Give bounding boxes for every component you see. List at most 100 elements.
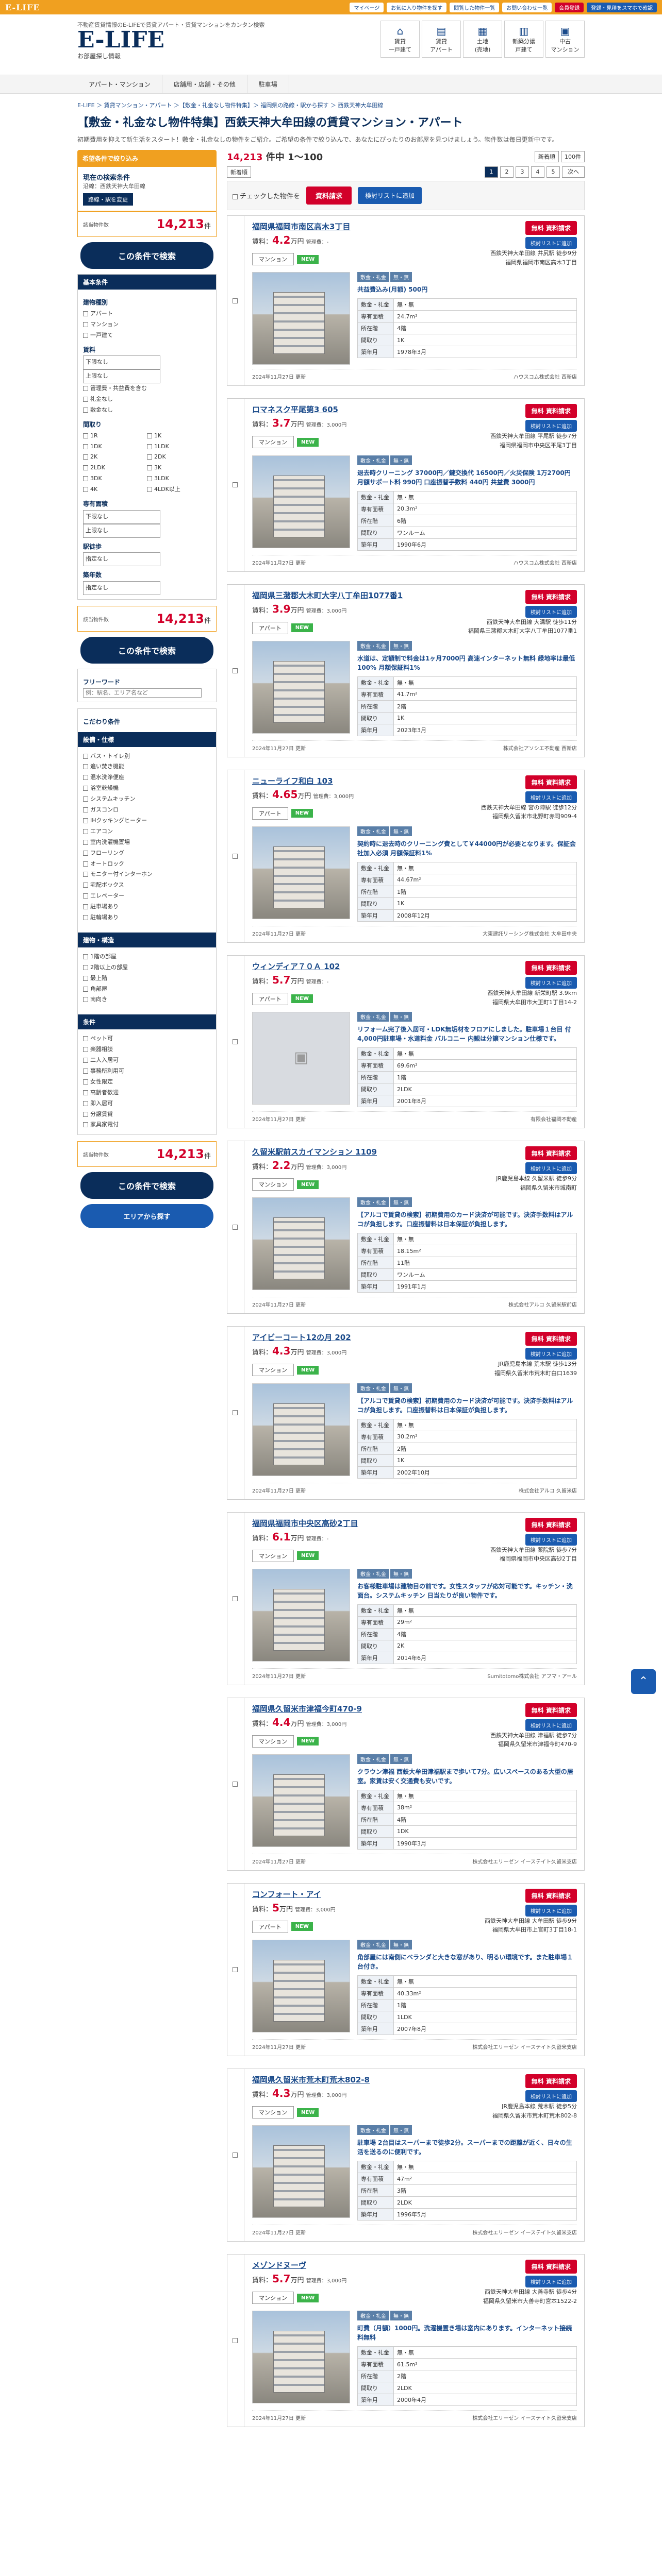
checkbox[interactable] <box>83 872 88 877</box>
kind-option[interactable]: 一戸建て <box>83 330 211 341</box>
condition-option[interactable]: 楽器相談 <box>83 1044 211 1055</box>
search-button[interactable]: この条件で検索 <box>80 242 213 269</box>
madori-option[interactable]: 2DK <box>147 452 211 463</box>
madori-option[interactable]: 1K <box>147 431 211 442</box>
madori-option[interactable]: 1LDK <box>147 442 211 452</box>
sort-select[interactable]: 新着順 <box>534 151 559 163</box>
building-option[interactable]: 2階以上の部屋 <box>83 962 211 973</box>
checkbox[interactable] <box>147 487 152 493</box>
age-select[interactable]: 指定なし <box>83 581 160 595</box>
checkbox[interactable] <box>83 454 88 460</box>
facility-option[interactable]: システムキッチン <box>83 794 211 805</box>
madori-option[interactable]: 1DK <box>83 442 147 452</box>
facility-option[interactable]: エレベーター <box>83 891 211 902</box>
building-option[interactable]: 最上階 <box>83 973 211 984</box>
property-name[interactable]: ニューライフ和白 103 <box>252 775 354 786</box>
facility-option[interactable]: 追い焚き機能 <box>83 761 211 772</box>
building-option[interactable]: 1階の部屋 <box>83 952 211 962</box>
condition-option[interactable]: 分譲賃貸 <box>83 1109 211 1120</box>
checkbox[interactable] <box>83 850 88 856</box>
favorite-button[interactable]: 検討リストに追加 <box>525 1719 577 1731</box>
facility-option[interactable]: モニター付インターホン <box>83 869 211 880</box>
checkbox[interactable] <box>83 807 88 813</box>
condition-option[interactable]: 即入居可 <box>83 1098 211 1109</box>
facility-option[interactable]: ガスコンロ <box>83 805 211 816</box>
facility-option[interactable]: 浴室乾燥機 <box>83 783 211 794</box>
facility-option[interactable]: 室内洗濯機置場 <box>83 837 211 848</box>
checkbox[interactable] <box>147 476 152 482</box>
condition-option[interactable]: 女性限定 <box>83 1077 211 1088</box>
checkbox[interactable] <box>83 818 88 823</box>
property-name[interactable]: ウィンディア７０Ａ 102 <box>252 961 340 972</box>
header-nav-house[interactable]: ⌂ 賃貸 一戸建て <box>380 21 420 58</box>
rent-option[interactable]: 管理費・共益費を含む <box>83 383 211 394</box>
property-name[interactable]: コンフォート・アイ <box>252 1889 336 1900</box>
header-nav-mansion[interactable]: ▣ 中古 マンション <box>545 21 585 58</box>
kind-option[interactable]: マンション <box>83 319 211 330</box>
madori-option[interactable]: 3DK <box>83 473 147 484</box>
madori-option[interactable]: 3LDK <box>147 473 211 484</box>
checkbox[interactable] <box>83 386 88 392</box>
walk-select[interactable]: 指定なし <box>83 552 160 567</box>
facility-option[interactable]: バス・トイレ別 <box>83 751 211 762</box>
checkbox[interactable] <box>83 1090 88 1095</box>
request-button[interactable]: 無料 資料請求 <box>525 1703 577 1717</box>
checkbox[interactable] <box>83 964 88 970</box>
checkbox[interactable] <box>147 465 152 471</box>
property-name[interactable]: 福岡県三潴郡大木町大字八丁牟田1077番1 <box>252 590 403 601</box>
checkbox[interactable] <box>83 828 88 834</box>
checkbox[interactable] <box>83 311 88 316</box>
freeword-input[interactable] <box>83 688 202 698</box>
card-checkbox[interactable] <box>232 1781 238 1787</box>
checkbox[interactable] <box>83 1058 88 1063</box>
checkbox[interactable] <box>83 1100 88 1106</box>
favorite-button[interactable]: 検討リストに追加 <box>525 1533 577 1546</box>
checkbox[interactable] <box>83 444 88 449</box>
request-button[interactable]: 無料 資料請求 <box>525 1888 577 1903</box>
gnav-item-store[interactable]: 店舗用・店舗・その他 <box>162 75 247 93</box>
madori-option[interactable]: 2LDK <box>83 463 147 473</box>
building-option[interactable]: 角部屋 <box>83 984 211 995</box>
property-name[interactable]: メゾンドヌーヴ <box>252 2260 346 2270</box>
search-button[interactable]: この条件で検索 <box>80 637 213 664</box>
checkbox[interactable] <box>147 444 152 449</box>
property-name[interactable]: 久留米駅前スカイマンション 1109 <box>252 1146 377 1157</box>
favorite-button[interactable]: 検討リストに追加 <box>525 237 577 249</box>
change-line-button[interactable]: 路線・駅を変更 <box>83 193 133 206</box>
top-link-history[interactable]: 閲覧した物件一覧 <box>450 2 500 12</box>
checkbox[interactable] <box>83 997 88 1003</box>
checkbox[interactable] <box>83 975 88 981</box>
card-checkbox[interactable] <box>232 853 238 859</box>
page-next[interactable]: 次へ <box>562 166 585 178</box>
request-button[interactable]: 無料 資料請求 <box>525 221 577 235</box>
property-photo[interactable] <box>252 640 350 734</box>
site-logo[interactable]: E-LIFE <box>77 29 264 52</box>
check-all-checkbox[interactable] <box>233 194 238 199</box>
header-nav-land[interactable]: ▦ 土地 (売地) <box>463 21 502 58</box>
favorite-button[interactable]: 検討リストに追加 <box>525 2276 577 2288</box>
favorite-button[interactable]: 検討リストに追加 <box>525 1904 577 1917</box>
property-photo[interactable] <box>252 1940 350 2033</box>
checkbox[interactable] <box>83 397 88 402</box>
page-link[interactable]: 4 <box>531 166 544 178</box>
condition-option[interactable]: 家具家電付 <box>83 1120 211 1130</box>
request-button[interactable]: 無料 資料請求 <box>525 589 577 604</box>
request-button[interactable]: 無料 資料請求 <box>525 775 577 789</box>
sort-select[interactable]: 新着順 <box>227 166 251 178</box>
property-photo[interactable] <box>252 1568 350 1662</box>
site-logo-block[interactable]: 不動産賃貸情報のE-LIFEで賃貸アパート・賃貸マンションをカンタン検索 E-L… <box>77 21 264 60</box>
checkbox[interactable] <box>83 883 88 888</box>
checkbox[interactable] <box>83 775 88 781</box>
header-nav-newhouse[interactable]: ▥ 新築分譲 戸建て <box>504 21 543 58</box>
bulk-request-button[interactable]: 資料請求 <box>306 187 352 205</box>
checkbox[interactable] <box>83 332 88 338</box>
checkbox[interactable] <box>83 1068 88 1074</box>
request-button[interactable]: 無料 資料請求 <box>525 1146 577 1161</box>
checkbox[interactable] <box>83 893 88 899</box>
checkbox[interactable] <box>83 321 88 327</box>
checkbox[interactable] <box>83 408 88 413</box>
property-name[interactable]: ロマネスク平尾第3 605 <box>252 404 346 415</box>
madori-option[interactable]: 4LDK以上 <box>147 484 211 495</box>
favorite-button[interactable]: 検討リストに追加 <box>525 1162 577 1175</box>
favorite-button[interactable]: 検討リストに追加 <box>525 1348 577 1360</box>
